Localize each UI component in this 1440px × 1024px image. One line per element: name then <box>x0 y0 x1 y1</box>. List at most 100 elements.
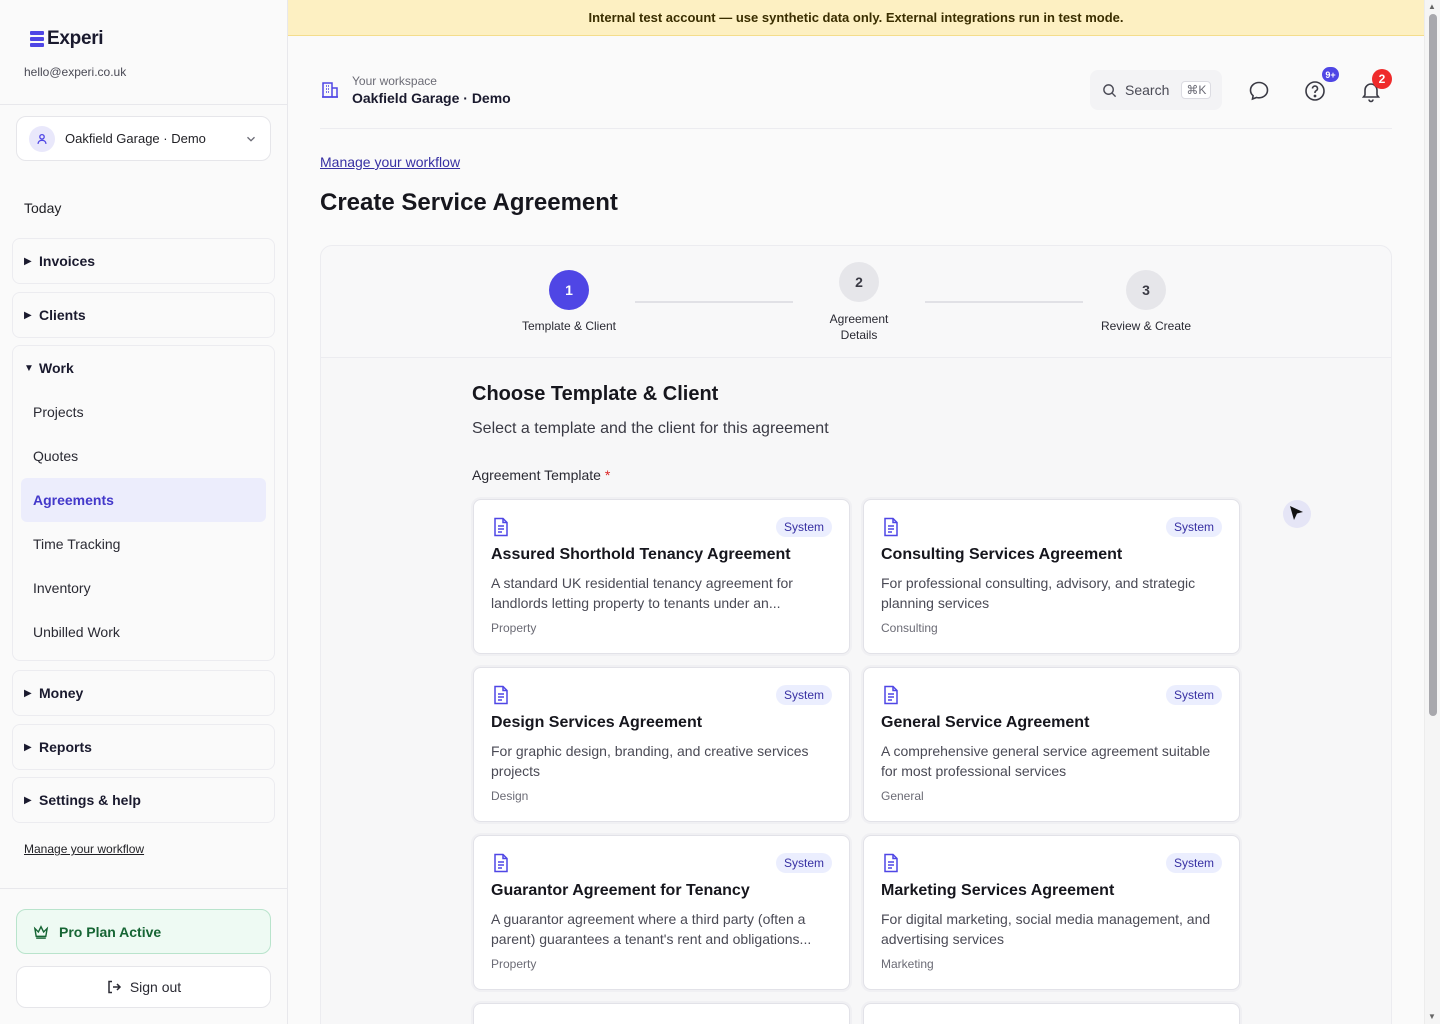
help-icon[interactable] <box>1303 79 1327 103</box>
caret-right-icon: ▶ <box>24 687 32 699</box>
nav-toggle-money[interactable]: ▶ Money <box>13 671 274 715</box>
organization-name: Oakfield Garage · Demo <box>65 131 206 146</box>
caret-right-icon: ▶ <box>24 794 32 806</box>
sign-out-button[interactable]: Sign out <box>16 966 271 1008</box>
system-badge: System <box>1165 685 1222 705</box>
nav-group-label: Settings & help <box>39 792 141 808</box>
search-icon <box>1103 83 1117 97</box>
template-description: A guarantor agreement where a third part… <box>491 911 812 947</box>
system-badge: System <box>1165 853 1222 873</box>
template-card[interactable] <box>863 1003 1240 1024</box>
template-label-text: Agreement Template <box>472 467 601 483</box>
nav-group-label: Reports <box>39 739 92 755</box>
search-shortcut: ⌘K <box>1181 81 1212 99</box>
nav-item-inventory[interactable]: Inventory <box>13 566 274 610</box>
mouse-cursor <box>1283 500 1311 528</box>
caret-right-icon: ▶ <box>24 741 32 753</box>
document-icon <box>494 517 508 537</box>
document-icon <box>884 517 898 537</box>
workspace-caption: Your workspace <box>352 74 437 88</box>
template-card[interactable]: System General Service Agreement A compr… <box>863 667 1240 822</box>
test-mode-banner: Internal test account — use synthetic da… <box>288 0 1424 36</box>
step-connector <box>635 301 793 303</box>
nav-group-settings: ▶ Settings & help <box>12 777 275 823</box>
step-2-indicator[interactable]: 2 <box>839 262 879 302</box>
nav-group-work: ▼ Work Projects Quotes Agreements Time Tr… <box>12 345 275 661</box>
search-button[interactable]: Search ⌘K <box>1090 70 1222 110</box>
nav-group-label: Work <box>39 360 74 376</box>
crown-icon <box>33 924 49 939</box>
nav-toggle-settings[interactable]: ▶ Settings & help <box>13 778 274 822</box>
sidebar: Experi hello@experi.co.uk Oakfield Garag… <box>0 0 288 1024</box>
template-field-label: Agreement Template * <box>472 467 610 483</box>
scroll-up-icon[interactable]: ▲ <box>1428 2 1436 11</box>
pro-plan-label: Pro Plan Active <box>59 923 162 940</box>
search-label: Search <box>1125 82 1170 98</box>
nav-group-label: Clients <box>39 307 86 323</box>
brand-name: Experi <box>47 28 104 49</box>
step-2-label: Agreement Details <box>829 312 889 342</box>
template-card[interactable]: System Assured Shorthold Tenancy Agreeme… <box>473 499 850 654</box>
nav-group-money: ▶ Money <box>12 670 275 716</box>
template-category: Marketing <box>881 957 934 971</box>
document-icon <box>884 685 898 705</box>
system-badge: System <box>1165 517 1222 537</box>
nav-item-projects[interactable]: Projects <box>13 390 274 434</box>
logout-icon <box>108 980 121 994</box>
template-category: Design <box>491 789 529 803</box>
nav-toggle-reports[interactable]: ▶ Reports <box>13 725 274 769</box>
page-title: Create Service Agreement <box>320 189 618 216</box>
nav-group-label: Money <box>39 685 84 701</box>
system-badge: System <box>775 685 832 705</box>
nav-group-reports: ▶ Reports <box>12 724 275 770</box>
template-description: A standard UK residential tenancy agreem… <box>491 575 793 611</box>
nav-toggle-invoices[interactable]: ▶ Invoices <box>13 239 274 283</box>
template-category: Property <box>491 621 537 635</box>
cursor-arrow-icon <box>1290 506 1303 520</box>
scrollbar-thumb[interactable] <box>1429 14 1437 716</box>
step-connector <box>925 301 1083 303</box>
pro-plan-badge[interactable]: Pro Plan Active <box>16 909 271 954</box>
template-card[interactable] <box>473 1003 850 1024</box>
system-badge: System <box>775 517 832 537</box>
required-marker: * <box>604 467 611 483</box>
document-icon <box>494 853 508 873</box>
header-divider <box>320 128 1392 129</box>
template-category: Consulting <box>881 621 938 635</box>
caret-down-icon: ▼ <box>24 362 34 374</box>
chat-icon[interactable] <box>1247 79 1271 103</box>
caret-right-icon: ▶ <box>24 309 32 321</box>
nav-toggle-clients[interactable]: ▶ Clients <box>13 293 274 337</box>
page-scrollbar[interactable]: ▲ ▼ <box>1424 0 1440 1024</box>
step-3-label: Review & Create <box>1100 319 1192 333</box>
scroll-down-icon[interactable]: ▼ <box>1428 1012 1436 1021</box>
template-card[interactable]: System Marketing Services Agreement For … <box>863 835 1240 990</box>
nav-item-quotes[interactable]: Quotes <box>13 434 274 478</box>
section-subtitle: Select a template and the client for thi… <box>472 420 829 437</box>
template-name: Marketing Services Agreement <box>881 882 1115 899</box>
nav-today[interactable]: Today <box>24 200 61 216</box>
template-category: Property <box>491 957 537 971</box>
sidebar-workflow-link[interactable]: Manage your workflow <box>24 842 144 856</box>
brand-logo[interactable]: Experi <box>30 28 104 50</box>
template-description: For digital marketing, social media mana… <box>881 911 1211 947</box>
nav-group-invoices: ▶ Invoices <box>12 238 275 284</box>
nav-item-time-tracking[interactable]: Time Tracking <box>13 522 274 566</box>
template-card[interactable]: System Design Services Agreement For gra… <box>473 667 850 822</box>
nav-toggle-work[interactable]: ▼ Work <box>13 346 274 390</box>
template-description: For professional consulting, advisory, a… <box>881 575 1196 611</box>
notification-badge: 2 <box>1372 69 1392 89</box>
organization-switcher[interactable]: Oakfield Garage · Demo <box>16 116 271 161</box>
template-card[interactable]: System Guarantor Agreement for Tenancy A… <box>473 835 850 990</box>
manage-workflow-link[interactable]: Manage your workflow <box>320 154 460 170</box>
sign-out-label: Sign out <box>129 979 182 995</box>
step-1-indicator[interactable]: 1 <box>549 270 589 310</box>
help-badge: 9+ <box>1322 67 1339 82</box>
nav-item-agreements[interactable]: Agreements <box>21 478 266 522</box>
account-email: hello@experi.co.uk <box>24 65 127 79</box>
template-name: Guarantor Agreement for Tenancy <box>491 882 750 899</box>
nav-item-unbilled-work[interactable]: Unbilled Work <box>13 610 274 654</box>
template-card[interactable]: System Consulting Services Agreement For… <box>863 499 1240 654</box>
step-3-indicator[interactable]: 3 <box>1126 270 1166 310</box>
sidebar-divider <box>0 104 288 105</box>
